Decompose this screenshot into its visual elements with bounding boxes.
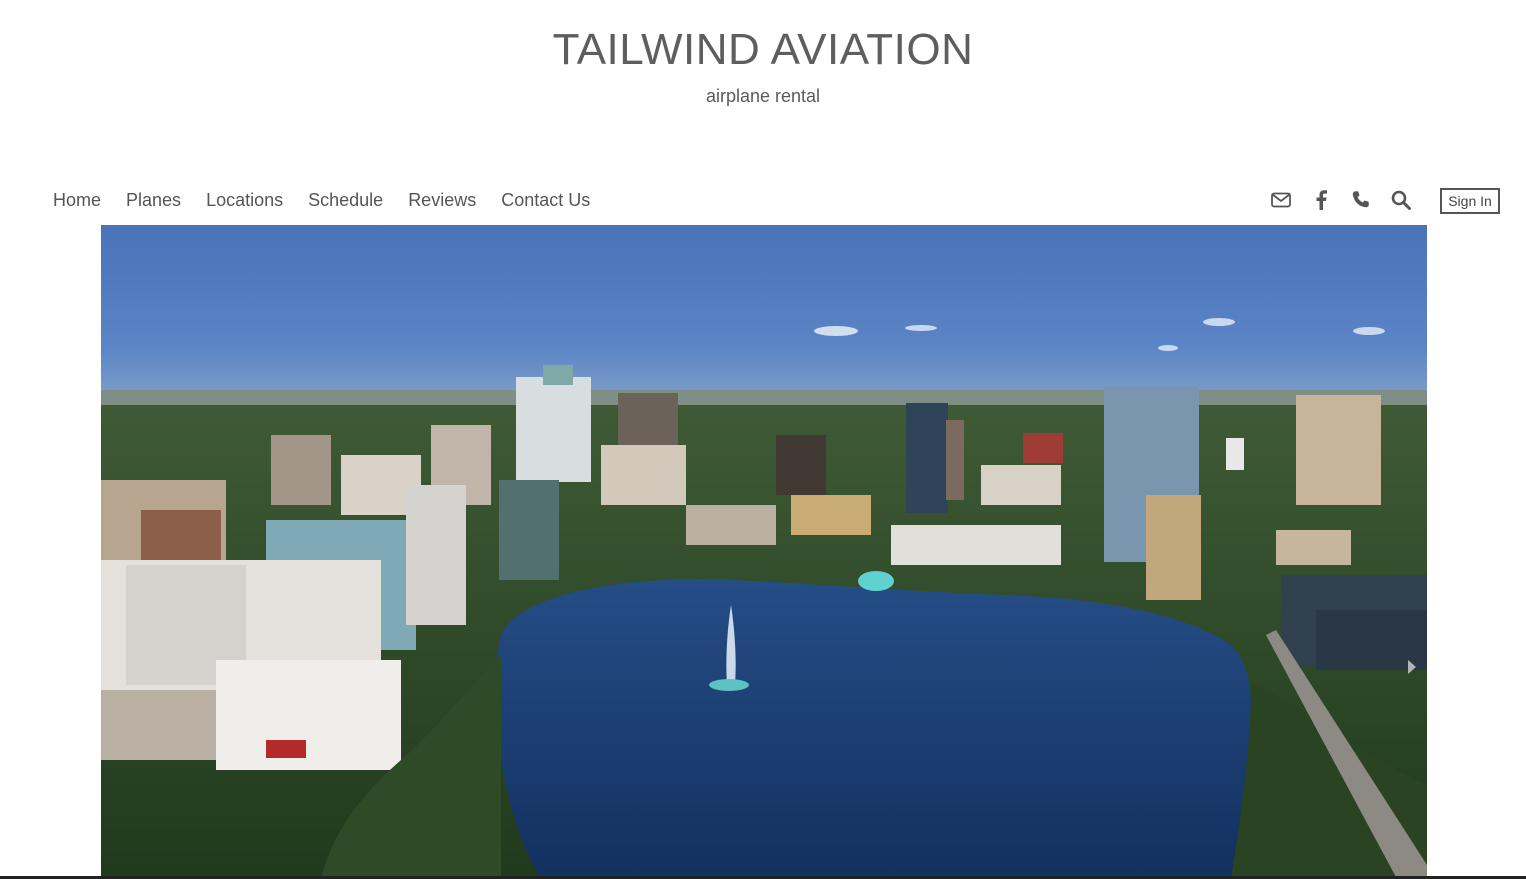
nav-link-home[interactable]: Home	[53, 182, 101, 218]
nav-link-locations[interactable]: Locations	[206, 182, 283, 218]
chevron-right-icon[interactable]	[1405, 657, 1419, 677]
nav-icons	[1268, 182, 1428, 218]
site-title[interactable]: TAILWIND AVIATION	[0, 24, 1526, 76]
nav-link-contact-us[interactable]: Contact Us	[501, 182, 590, 218]
nav-link-reviews[interactable]: Reviews	[408, 182, 476, 218]
main-navigation: Home Planes Locations Schedule Reviews C…	[0, 182, 1526, 218]
sign-in-button[interactable]: Sign In	[1440, 188, 1500, 214]
facebook-icon[interactable]	[1308, 187, 1334, 213]
nav-link-planes[interactable]: Planes	[126, 182, 181, 218]
site-subtitle: airplane rental	[705, 86, 821, 106]
site-header: TAILWIND AVIATION airplane rental	[0, 0, 1526, 140]
aerial-city-lake-illustration	[101, 225, 1427, 879]
search-icon[interactable]	[1388, 187, 1414, 213]
phone-icon[interactable]	[1348, 187, 1374, 213]
mail-icon[interactable]	[1268, 187, 1294, 213]
nav-link-schedule[interactable]: Schedule	[308, 182, 383, 218]
hero-image	[101, 225, 1427, 879]
nav-links: Home Planes Locations Schedule Reviews C…	[53, 182, 615, 218]
